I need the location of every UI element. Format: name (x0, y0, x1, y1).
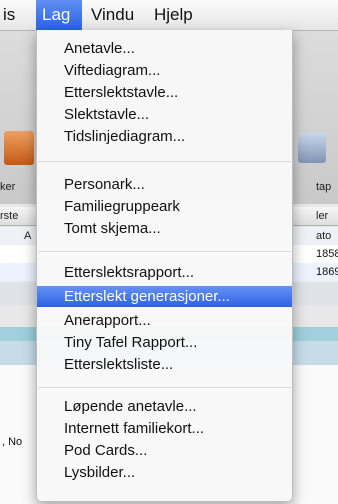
menu-item-internett-familiekort[interactable]: Internett familiekort... (37, 418, 292, 439)
menu-item-etterslektsliste[interactable]: Etterslektsliste... (37, 354, 292, 375)
menu-item-tomt-skjema[interactable]: Tomt skjema... (37, 218, 292, 239)
menu-item-anerapport[interactable]: Anerapport... (37, 310, 292, 331)
menu-partial-item[interactable]: is (0, 0, 22, 30)
toolbar-icon[interactable] (4, 131, 34, 165)
menu-item-anetavle[interactable]: Anetavle... (37, 38, 292, 59)
menu-item-viftediagram[interactable]: Viftediagram... (37, 60, 292, 81)
menu-lag[interactable]: Lag (36, 0, 82, 30)
menu-separator (38, 251, 291, 252)
menu-item-tiny-tafel-rapport[interactable]: Tiny Tafel Rapport... (37, 332, 292, 353)
menu-item-tidslinjediagram[interactable]: Tidslinjediagram... (37, 126, 292, 147)
menu-bar: is Lag Vindu Hjelp (0, 0, 338, 31)
table-cell-date: 1869 (316, 266, 338, 278)
menu-item-etterslektstavle[interactable]: Etterslektstavle... (37, 82, 292, 103)
menu-item-personark[interactable]: Personark... (37, 174, 292, 195)
table-cell-date: 1858 (316, 248, 338, 260)
column-header-left[interactable]: rste (0, 207, 18, 225)
menu-item-slektstavle[interactable]: Slektstavle... (37, 104, 292, 125)
menu-item-familiegruppeark[interactable]: Familiegruppeark (37, 196, 292, 217)
menu-item-lopende-anetavle[interactable]: Løpende anetavle... (37, 396, 292, 417)
column-header-first[interactable]: A (24, 227, 31, 245)
menu-separator (38, 161, 291, 162)
menu-item-lysbilder[interactable]: Lysbilder... (37, 462, 292, 483)
menu-hjelp[interactable]: Hjelp (147, 0, 200, 30)
toolbar-icon-right[interactable] (298, 133, 326, 163)
menu-separator (38, 387, 291, 388)
column-header-date[interactable]: ato (316, 227, 331, 245)
menu-vindu[interactable]: Vindu (84, 0, 141, 30)
column-header-right[interactable]: ler (316, 207, 328, 225)
toolbar-label-right: tap (316, 181, 332, 193)
toolbar-label-left: ker (0, 181, 16, 193)
menu-item-pod-cards[interactable]: Pod Cards... (37, 440, 292, 461)
lag-dropdown-menu: Anetavle... Viftediagram... Etterslektst… (36, 30, 293, 502)
detail-text-fragment: , No (2, 436, 23, 448)
menu-item-etterslektsrapport[interactable]: Etterslektsrapport... (37, 262, 292, 283)
menu-item-etterslekt-generasjoner[interactable]: Etterslekt generasjoner... (37, 286, 292, 307)
